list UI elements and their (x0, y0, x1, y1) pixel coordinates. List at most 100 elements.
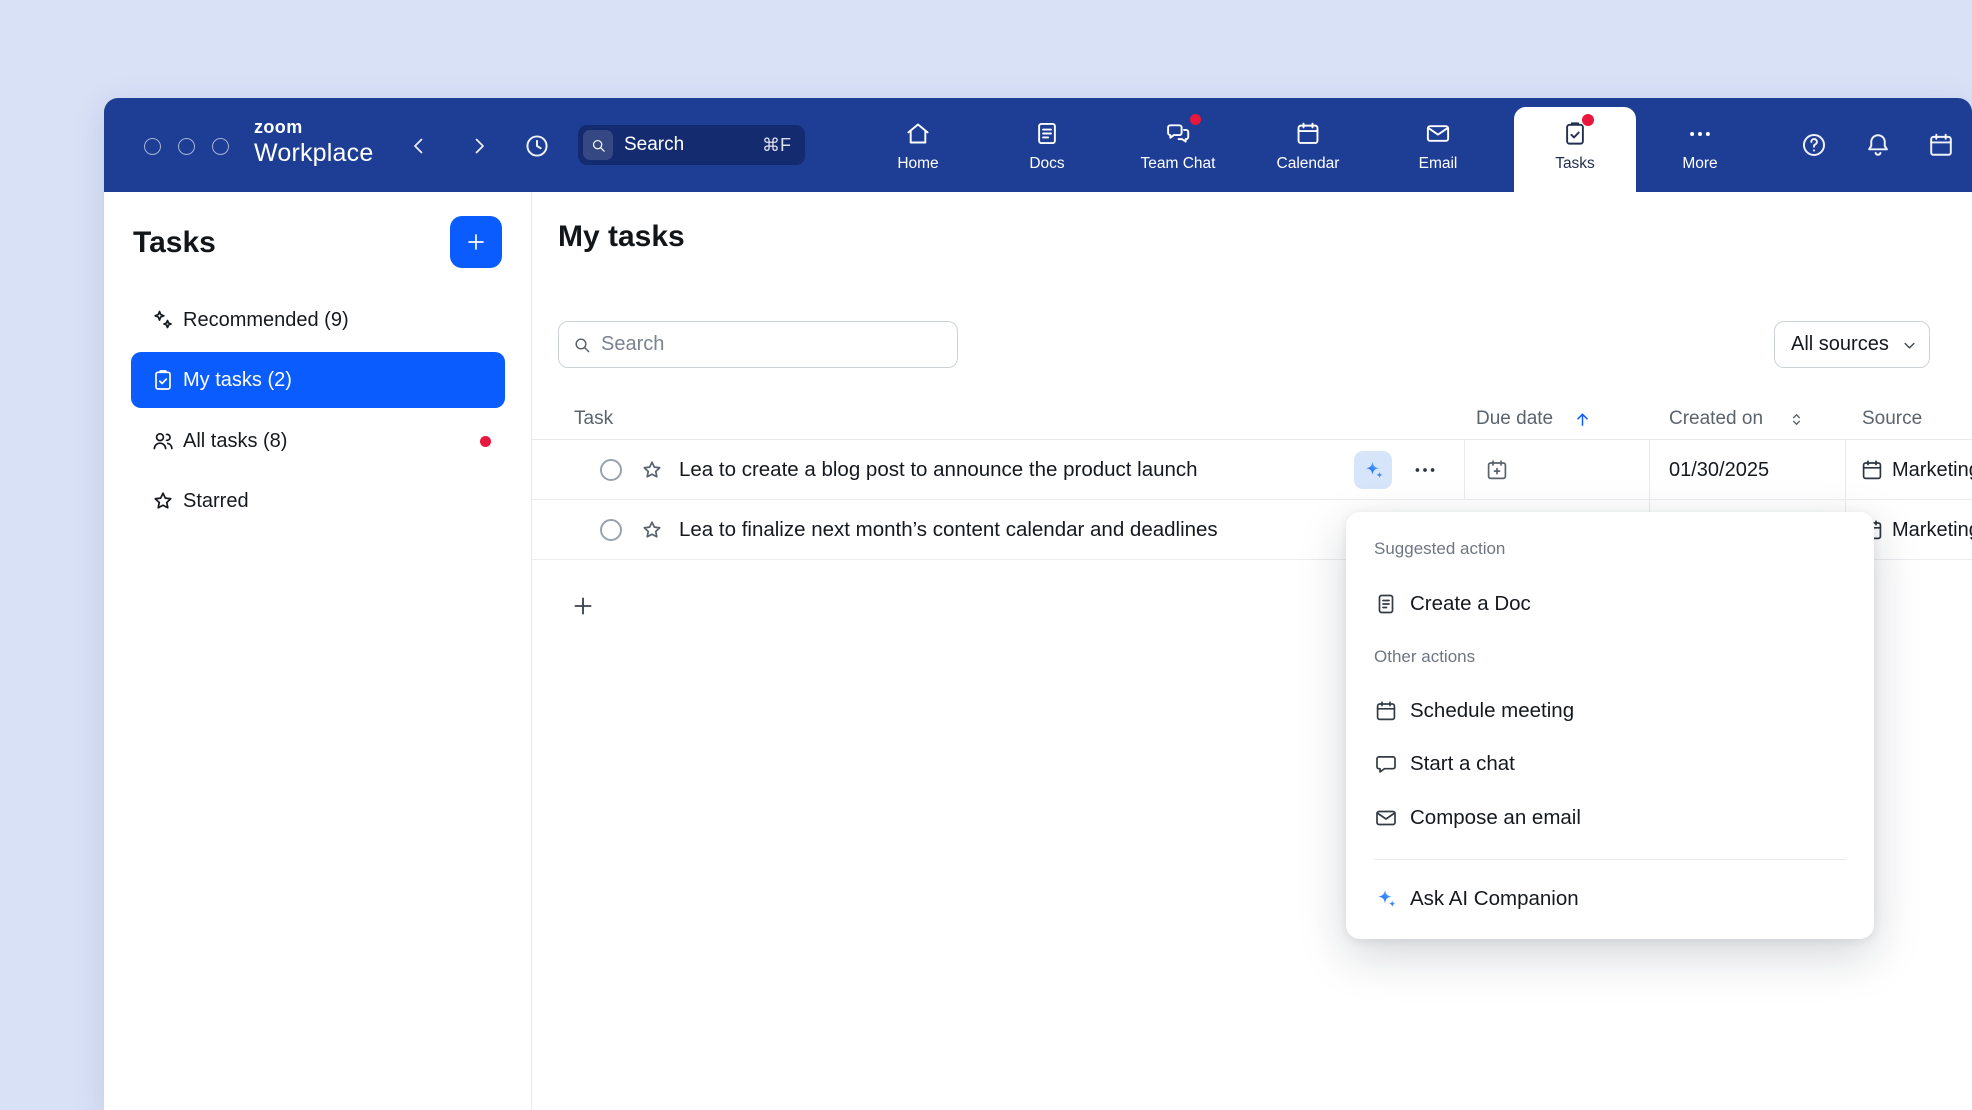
email-icon (1374, 806, 1398, 830)
nav-more[interactable]: More (1648, 98, 1752, 192)
source-icon (1860, 458, 1884, 482)
nav-calendar[interactable]: Calendar (1256, 98, 1360, 192)
column-header-created-on[interactable]: Created on (1669, 400, 1763, 438)
task-search-box (558, 321, 958, 368)
topbar-search[interactable]: Search ⌘F (578, 125, 805, 165)
add-task-button[interactable] (450, 216, 502, 268)
due-date-calendar-icon[interactable] (1485, 458, 1509, 482)
people-icon (151, 429, 175, 453)
menu-item-label: Create a Doc (1410, 582, 1531, 626)
menu-item-label: Ask AI Companion (1410, 877, 1579, 921)
doc-icon (1374, 592, 1398, 616)
source-value: Marketing (1892, 440, 1972, 500)
menu-item-schedule-meeting[interactable]: Schedule meeting (1354, 689, 1866, 733)
sidebar: Tasks Recommended (9) My tasks (2) All t… (104, 192, 532, 1110)
menu-item-label: Schedule meeting (1410, 689, 1574, 733)
add-task-inline-button[interactable] (570, 592, 598, 620)
cell-divider (1464, 440, 1465, 499)
column-header-due-date[interactable]: Due date (1476, 400, 1553, 438)
help-icon (1800, 131, 1828, 159)
forward-button[interactable] (464, 131, 494, 161)
window-control-2[interactable] (178, 138, 195, 155)
help-button[interactable] (1799, 130, 1829, 160)
sort-icon[interactable] (1787, 410, 1806, 429)
menu-section-label: Suggested action (1374, 539, 1505, 559)
cell-divider (1649, 440, 1650, 499)
task-checkbox[interactable] (600, 459, 622, 481)
tasks-notification-badge (1582, 114, 1594, 126)
history-button[interactable] (522, 131, 552, 161)
plus-icon (464, 230, 488, 254)
star-icon[interactable] (640, 518, 664, 542)
task-search-input[interactable] (601, 323, 946, 366)
history-icon (523, 132, 551, 160)
sidebar-item-recommended[interactable]: Recommended (9) (131, 292, 505, 348)
calendar-widget-button[interactable] (1926, 130, 1956, 160)
home-icon (905, 120, 932, 147)
window-control-1[interactable] (144, 138, 161, 155)
nav-home[interactable]: Home (866, 98, 970, 192)
chevron-right-icon (467, 134, 491, 158)
tab-tasks-label: Tasks (1514, 155, 1636, 173)
star-icon (151, 489, 175, 513)
topbar: zoom Workplace Search ⌘F Home (104, 98, 1972, 192)
nav-more-label: More (1648, 155, 1752, 173)
docs-icon (1034, 120, 1061, 147)
source-value: Marketing (1892, 500, 1972, 560)
task-title: Lea to create a blog post to announce th… (679, 440, 1198, 500)
menu-divider (1374, 859, 1846, 860)
logo-workplace-text: Workplace (254, 141, 373, 166)
all-tasks-notification-badge (480, 436, 491, 447)
bell-icon (1864, 131, 1892, 159)
task-checkbox[interactable] (600, 519, 622, 541)
search-icon (583, 130, 613, 160)
email-icon (1425, 120, 1452, 147)
sort-asc-icon[interactable] (1572, 409, 1593, 430)
back-button[interactable] (404, 131, 434, 161)
table-header: Task Due date Created on Source (532, 400, 1972, 440)
sparkles-icon (151, 308, 175, 332)
star-icon[interactable] (640, 458, 664, 482)
page-title: My tasks (558, 220, 685, 254)
chevron-down-icon (1900, 336, 1919, 355)
team-chat-notification-badge (1190, 114, 1201, 125)
sources-dropdown[interactable]: All sources (1774, 321, 1930, 368)
notifications-button[interactable] (1863, 130, 1893, 160)
tab-tasks[interactable]: Tasks (1514, 107, 1636, 192)
nav-team-chat[interactable]: Team Chat (1126, 98, 1230, 192)
sidebar-item-all-tasks[interactable]: All tasks (8) (131, 413, 505, 469)
window-control-3[interactable] (212, 138, 229, 155)
column-header-task: Task (574, 400, 613, 438)
created-on-value: 01/30/2025 (1669, 440, 1769, 500)
table-row[interactable]: Lea to create a blog post to announce th… (532, 440, 1972, 500)
sidebar-item-my-tasks[interactable]: My tasks (2) (131, 352, 505, 408)
nav-email[interactable]: Email (1386, 98, 1490, 192)
nav-docs[interactable]: Docs (995, 98, 1099, 192)
menu-item-create-doc[interactable]: Create a Doc (1354, 582, 1866, 626)
menu-item-ask-ai-companion[interactable]: Ask AI Companion (1354, 877, 1866, 921)
zoom-workplace-logo: zoom Workplace (254, 118, 373, 166)
menu-section-label: Other actions (1374, 647, 1475, 667)
sidebar-item-label: All tasks (8) (183, 413, 287, 469)
sidebar-item-label: Starred (183, 473, 249, 529)
more-actions-button[interactable] (1412, 458, 1440, 482)
nav-team-chat-label: Team Chat (1126, 155, 1230, 173)
menu-item-start-chat[interactable]: Start a chat (1354, 742, 1866, 786)
ai-companion-button[interactable] (1354, 451, 1392, 489)
column-header-source: Source (1862, 400, 1922, 438)
logo-zoom-text: zoom (254, 118, 373, 136)
ai-actions-menu: Suggested action Create a Doc Other acti… (1346, 512, 1874, 939)
ai-sparkle-icon (1362, 459, 1385, 482)
topbar-search-shortcut: ⌘F (762, 125, 791, 165)
sidebar-title: Tasks (133, 226, 216, 260)
sidebar-item-label: Recommended (9) (183, 292, 349, 348)
ellipsis-icon (1412, 460, 1438, 480)
chat-icon (1374, 752, 1398, 776)
ai-sparkle-icon (1374, 887, 1398, 911)
nav-calendar-label: Calendar (1256, 155, 1360, 173)
nav-home-label: Home (866, 155, 970, 173)
menu-item-label: Compose an email (1410, 796, 1581, 840)
menu-item-compose-email[interactable]: Compose an email (1354, 796, 1866, 840)
sidebar-item-starred[interactable]: Starred (131, 473, 505, 529)
more-icon (1687, 124, 1714, 144)
